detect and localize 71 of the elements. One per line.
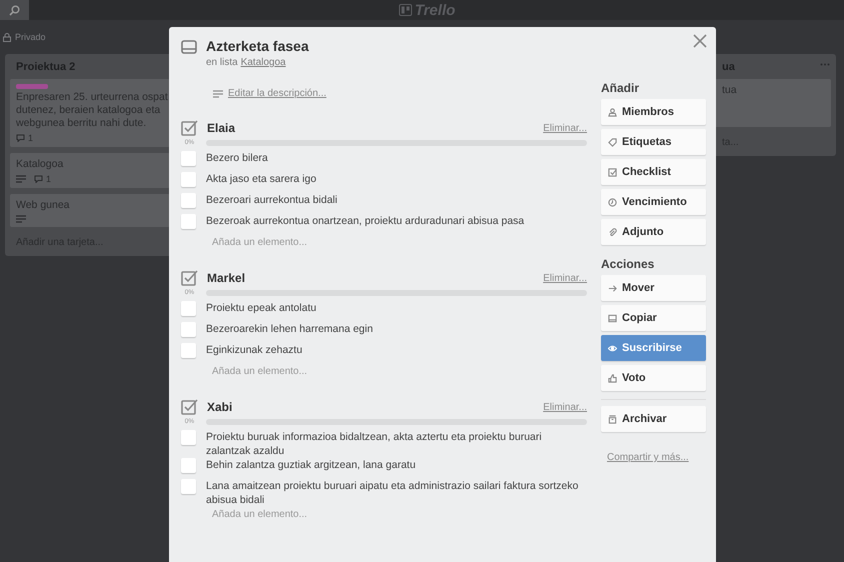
- list-caption: en lista: [206, 57, 238, 68]
- checkbox[interactable]: [181, 172, 196, 187]
- checklist-icon: [181, 120, 198, 136]
- add-item-link[interactable]: Añada un elemento...: [212, 509, 587, 520]
- sidebar-button[interactable]: Mover: [601, 275, 706, 301]
- checklist-title: Xabi: [207, 400, 234, 414]
- sidebar-button[interactable]: Archivar: [601, 406, 706, 432]
- add-item-link[interactable]: Añada un elemento...: [212, 366, 587, 377]
- checkbox-icon: [608, 168, 617, 176]
- checklist-item-text: Proiektu buruak informazioa bidaltzean, akta aztertu eta proiektu buruari zalantzak azaldu: [206, 430, 543, 458]
- checkbox[interactable]: [181, 343, 196, 358]
- section-heading: Acciones: [601, 257, 656, 271]
- checkbox[interactable]: [181, 193, 196, 208]
- sidebar-button[interactable]: Vencimiento: [601, 189, 706, 215]
- sidebar-button[interactable]: Checklist: [601, 159, 706, 185]
- checkbox[interactable]: [181, 430, 196, 445]
- search-icon: [9, 4, 20, 16]
- checklist-title: Markel: [207, 271, 246, 285]
- share-link[interactable]: Compartir y más...: [607, 452, 706, 463]
- checkbox[interactable]: [181, 301, 196, 316]
- checklist-item-text: Lana amaitzean proiektu buruari aipatu eta administrazio sailari faktura sortzeko abisua bidali: [206, 479, 580, 507]
- sidebar-button[interactable]: Miembros: [601, 99, 706, 125]
- board-icon: [398, 4, 412, 16]
- card-title: Azterketa fasea: [206, 38, 309, 55]
- checklist-item-text: Eginkizunak zehaztu: [206, 343, 302, 357]
- checkbox[interactable]: [181, 151, 196, 166]
- card-icon: [181, 40, 197, 54]
- checklist-item-text: Akta jaso eta sarera igo: [206, 172, 316, 186]
- tag-icon: [608, 138, 617, 146]
- description-icon: [16, 175, 26, 183]
- checkbox[interactable]: [181, 322, 196, 337]
- thumbs-up-icon: [608, 374, 617, 382]
- checklist-icon: [181, 399, 198, 415]
- delete-link[interactable]: Eliminar...: [543, 272, 587, 284]
- delete-link[interactable]: Eliminar...: [543, 402, 587, 412]
- sidebar-button[interactable]: Adjunto: [601, 219, 706, 245]
- board-visibility[interactable]: Privado: [15, 32, 46, 42]
- checklist-item-text: Bezeroarekin lehen harremana egin: [206, 322, 373, 336]
- checklist-item-text: Bezeroari aurrekontua bidali: [206, 193, 338, 207]
- comment-icon: [34, 175, 43, 183]
- eye-icon: [608, 344, 617, 352]
- add-item-link[interactable]: Añada un elemento...: [212, 237, 587, 248]
- search-button[interactable]: [0, 0, 29, 20]
- close-button[interactable]: [692, 33, 708, 49]
- checkbox[interactable]: [181, 214, 196, 229]
- checkbox[interactable]: [181, 479, 196, 494]
- delete-link[interactable]: Eliminar...: [543, 122, 587, 134]
- card-icon: [608, 314, 617, 322]
- checklist-item-text: Proiektu epeak antolatu: [206, 301, 316, 315]
- checklist-item-text: Behin zalantza guztiak argitzean, lana garatu: [206, 458, 416, 472]
- section-heading: Añadir: [601, 81, 640, 95]
- archive-icon: [608, 414, 617, 424]
- list-link[interactable]: Katalogoa: [240, 57, 286, 68]
- arrow-icon: [608, 284, 617, 292]
- checklist-item-text: Bezero bilera: [206, 151, 268, 165]
- comment-icon: [16, 134, 25, 142]
- checklist-title: Elaia: [207, 121, 236, 135]
- checklist-item-text: Bezeroak aurrekontua onartzean, proiektu arduradunari abisua pasa: [206, 214, 524, 228]
- sidebar-button[interactable]: Voto: [601, 365, 706, 391]
- close-icon: [692, 33, 708, 49]
- paperclip-icon: [608, 228, 617, 236]
- clock-icon: [608, 198, 617, 206]
- sidebar-button[interactable]: Copiar: [601, 305, 706, 331]
- sidebar-button[interactable]: Etiquetas: [601, 129, 706, 155]
- description-icon: [213, 90, 223, 98]
- checkbox[interactable]: [181, 458, 196, 473]
- sidebar-button[interactable]: Suscribirse: [601, 335, 706, 361]
- description-icon: [16, 215, 26, 223]
- person-icon: [608, 108, 617, 116]
- lock-icon: [3, 32, 11, 42]
- checklist-icon: [181, 270, 198, 286]
